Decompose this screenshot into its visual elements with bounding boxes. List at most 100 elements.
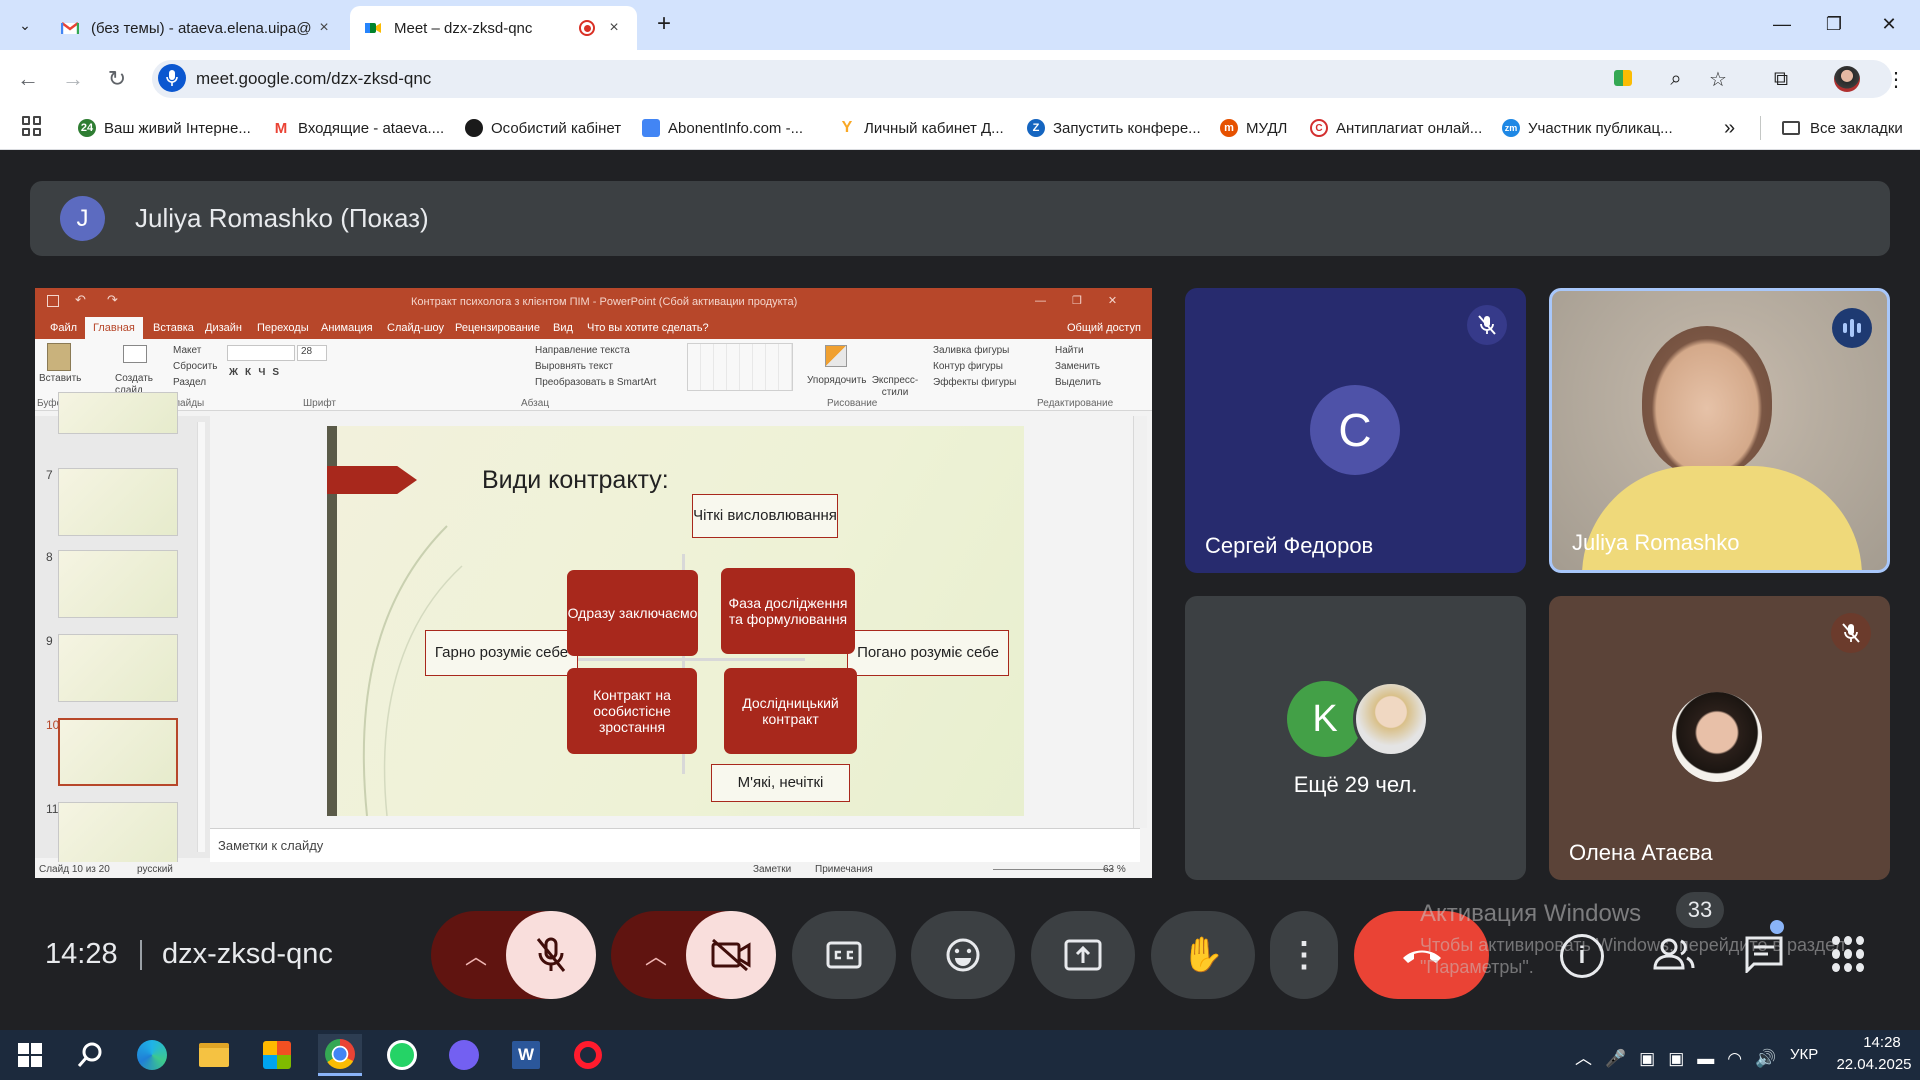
forward-button[interactable]: → — [57, 63, 89, 95]
profile-avatar[interactable] — [1834, 66, 1860, 92]
mic-toggle-button[interactable] — [506, 911, 596, 999]
bookmark-item[interactable]: m МУДЛ — [1220, 114, 1287, 142]
whatsapp-icon[interactable] — [380, 1034, 424, 1076]
smartart-button[interactable]: Преобразовать в SmartArt — [535, 377, 656, 388]
reactions-button[interactable] — [911, 911, 1015, 999]
slide-canvas[interactable]: Види контракту: Чіткі висловлювання М'як… — [327, 426, 1024, 816]
ppt-tab[interactable]: Слайд-шоу — [387, 322, 444, 334]
ppt-tell-me[interactable]: Что вы хотите сделать? — [587, 322, 709, 334]
shape-effects-button[interactable]: Эффекты фигуры — [933, 377, 1016, 388]
new-tab-button[interactable]: + — [650, 10, 678, 38]
menu-icon[interactable]: ⋮ — [1880, 63, 1912, 95]
slide-thumbnails[interactable]: 7 8 9 10 11 — [35, 392, 210, 870]
slide-thumbnail-selected[interactable] — [58, 718, 178, 786]
all-bookmarks-button[interactable]: Все закладки — [1782, 114, 1903, 142]
bookmark-item[interactable]: Z Запустить конфере... — [1027, 114, 1201, 142]
bookmark-item[interactable]: C Антиплагиат онлай... — [1310, 114, 1482, 142]
ppt-tab[interactable]: Файл — [50, 322, 77, 334]
more-participants-tile[interactable]: K Ещё 29 чел. — [1185, 596, 1526, 880]
start-button[interactable] — [8, 1034, 52, 1076]
slide-thumbnail[interactable] — [58, 634, 178, 702]
paste-button[interactable]: Вставить — [39, 373, 81, 384]
captions-button[interactable] — [792, 911, 896, 999]
ppt-tab[interactable]: Вставка — [153, 322, 194, 334]
participant-tile[interactable]: Олена Атаєва — [1549, 596, 1890, 880]
apps-icon[interactable] — [22, 116, 42, 136]
shapes-gallery[interactable] — [687, 343, 793, 391]
participant-tile[interactable]: C Сергей Федоров — [1185, 288, 1526, 573]
text-direction-button[interactable]: Направление текста — [535, 345, 630, 356]
slide-thumbnail[interactable] — [58, 802, 178, 870]
camera-toggle-button[interactable] — [686, 911, 776, 999]
slide-scrollbar[interactable] — [1133, 416, 1147, 828]
notes-pane[interactable]: Заметки к слайду — [210, 828, 1140, 862]
bookmark-item[interactable]: M Входящие - ataeva.... — [272, 114, 444, 142]
bookmark-item[interactable]: zm Участник публикац... — [1502, 114, 1673, 142]
zoom-slider[interactable] — [993, 869, 1113, 870]
clock-date[interactable]: 22.04.2025 — [1832, 1056, 1916, 1073]
ppt-tab-active[interactable]: Главная — [85, 317, 143, 339]
meeting-details-button[interactable]: i — [1560, 934, 1604, 978]
ppt-tab[interactable]: Переходы — [257, 322, 309, 334]
word-icon[interactable]: W — [504, 1034, 548, 1076]
comments-button[interactable]: Примечания — [815, 864, 873, 875]
ppt-tab[interactable]: Рецензирование — [455, 322, 540, 334]
more-options-button[interactable]: ⋮ — [1270, 911, 1338, 999]
close-window-button[interactable]: ✕ — [1860, 0, 1918, 48]
bookmark-star-icon[interactable]: ☆ — [1702, 63, 1734, 95]
minimize-button[interactable]: — — [1753, 0, 1811, 48]
slide-thumbnail[interactable] — [58, 468, 178, 536]
shape-outline-button[interactable]: Контур фигуры — [933, 361, 1003, 372]
ppt-tab[interactable]: Вид — [553, 322, 573, 334]
camera-in-use-icon[interactable] — [1614, 70, 1632, 86]
raise-hand-button[interactable]: ✋ — [1151, 911, 1255, 999]
tab-gmail[interactable]: (без темы) - ataeva.elena.uipa@ × — [47, 6, 347, 50]
close-icon[interactable]: × — [315, 19, 333, 37]
find-button[interactable]: Найти — [1055, 345, 1084, 356]
store-icon[interactable] — [255, 1034, 299, 1076]
tab-meet[interactable]: Meet – dzx-zksd-qnc × — [350, 6, 637, 50]
reset-button[interactable]: Сбросить — [173, 361, 217, 372]
activities-button[interactable] — [1832, 936, 1868, 972]
layout-button[interactable]: Макет — [173, 345, 201, 356]
reload-button[interactable]: ↻ — [101, 63, 133, 95]
ppt-tab[interactable]: Дизайн — [205, 322, 242, 334]
back-button[interactable]: ← — [12, 63, 44, 95]
ppt-tab[interactable]: Анимация — [321, 322, 373, 334]
participant-tile-speaking[interactable]: Juliya Romashko — [1549, 288, 1890, 573]
bookmark-item[interactable]: Y Личный кабинет Д... — [838, 114, 1004, 142]
tray-icons[interactable]: ︿🎤▣▣▬◠🔊 — [1575, 1044, 1789, 1069]
bookmark-item[interactable]: AbonentInfo.com -... — [642, 114, 803, 142]
section-button[interactable]: Раздел — [173, 377, 206, 388]
chrome-icon[interactable] — [318, 1034, 362, 1076]
file-explorer-icon[interactable] — [192, 1034, 236, 1076]
more-bookmarks-button[interactable]: » — [1724, 114, 1735, 142]
font-name-field[interactable] — [227, 345, 295, 361]
quick-styles-button[interactable]: Экспресс-стили — [871, 375, 919, 399]
url-text[interactable]: meet.google.com/dzx-zksd-qnc — [196, 69, 431, 89]
search-button[interactable] — [68, 1034, 112, 1076]
shape-fill-button[interactable]: Заливка фигуры — [933, 345, 1009, 356]
thumbnail-scrollbar[interactable] — [197, 422, 205, 852]
keyboard-language[interactable]: УКР — [1790, 1046, 1818, 1063]
people-button[interactable] — [1650, 930, 1698, 978]
font-size-field[interactable]: 28 — [297, 345, 327, 361]
arrange-button[interactable]: Упорядочить — [807, 375, 867, 386]
tab-search-button[interactable]: ⌄ — [12, 12, 38, 38]
slide-thumbnail[interactable] — [58, 550, 178, 618]
align-text-button[interactable]: Выровнять текст — [535, 361, 613, 372]
viber-icon[interactable] — [442, 1034, 486, 1076]
clock-time[interactable]: 14:28 — [1852, 1034, 1912, 1051]
select-button[interactable]: Выделить — [1055, 377, 1101, 388]
restore-button[interactable]: ❐ — [1805, 0, 1863, 48]
opera-icon[interactable] — [566, 1034, 610, 1076]
close-icon[interactable]: × — [605, 19, 623, 37]
notes-button[interactable]: Заметки — [753, 864, 791, 875]
present-screen-button[interactable] — [1031, 911, 1135, 999]
shared-screen[interactable]: ↶ ↷ Контракт психолога з клієнтом ПІМ - … — [35, 288, 1152, 878]
bookmark-item[interactable]: Особистий кабінет — [465, 114, 621, 142]
ppt-share[interactable]: Общий доступ — [1067, 322, 1141, 334]
extensions-icon[interactable]: ⧉ — [1765, 63, 1797, 95]
zoom-icon[interactable]: ⌕ — [1660, 63, 1692, 95]
chat-button[interactable] — [1740, 930, 1788, 978]
